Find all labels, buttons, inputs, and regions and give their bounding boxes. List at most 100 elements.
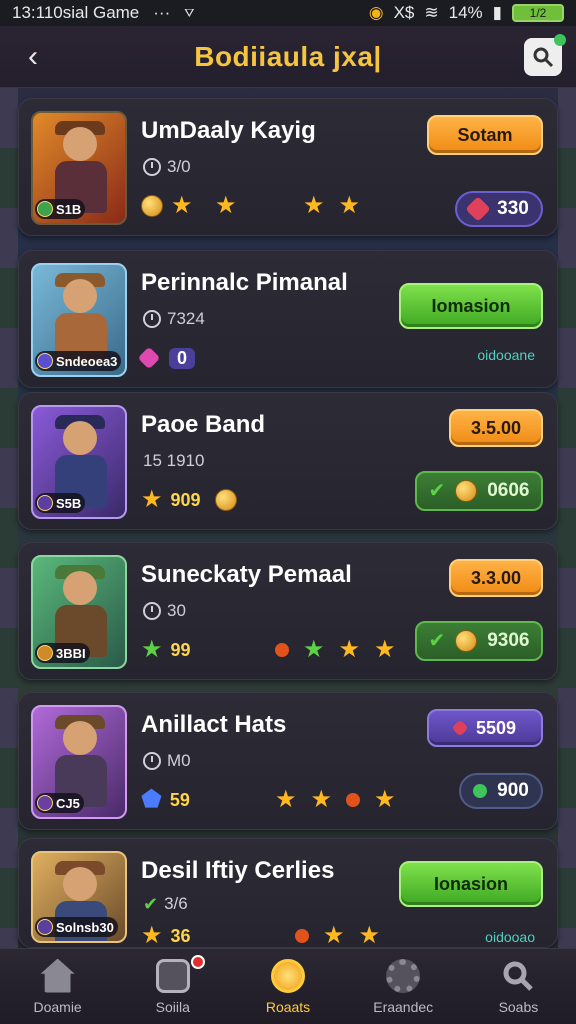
rating-stars: ★ ★ ★ [275, 787, 396, 813]
check-icon: ✔ [428, 630, 446, 652]
item-timer: 15 1910 [143, 451, 205, 470]
nav-item-search[interactable]: Soabs [461, 949, 576, 1024]
level-tag: S1B [35, 199, 86, 219]
shield-icon: ⬟ [141, 786, 162, 813]
item-timer: 3/0 [143, 157, 191, 177]
page-title: Bodiiaula jxa| [194, 40, 382, 72]
coin-count: 909 [170, 489, 201, 510]
rating-stars: ★ [215, 193, 237, 219]
signal-x-icon: X$ [393, 3, 415, 22]
action-button[interactable]: Sotam [427, 115, 543, 155]
clock-icon [143, 602, 161, 620]
ruby-icon [275, 643, 289, 657]
ruby-icon [346, 793, 361, 807]
buy-button[interactable]: 900 [459, 773, 543, 809]
star-icon: ★ [310, 786, 333, 813]
level-tag: Sndeoea3 [35, 351, 122, 371]
wifi-icon: ≋ [424, 3, 439, 22]
star-icon: ★ [338, 192, 361, 219]
list-item[interactable]: 3BBI Suneckaty Pemaal 30 ★ 99 ★ ★ ★ 3.3.… [18, 542, 558, 680]
search-button[interactable] [524, 34, 566, 76]
search-badge [554, 34, 566, 46]
hero-portrait: CJ5 [31, 705, 127, 819]
star-icon: ★ [275, 786, 297, 813]
nav-label: Soiila [155, 998, 190, 1015]
coin-icon [455, 630, 478, 652]
battery-icon: 1/2 [512, 4, 564, 22]
gem-icon [465, 196, 491, 222]
chevron-left-icon: ‹ [28, 40, 38, 73]
hero-portrait: 3BBI [31, 555, 127, 669]
background-scenery-left [0, 88, 18, 948]
action-button[interactable]: Ionasion [399, 861, 543, 907]
nav-label: Roaats [265, 998, 311, 1015]
rating-stars: ★ ★ [295, 923, 380, 949]
search-icon [503, 961, 534, 991]
list-item[interactable]: CJ5 Anillact Hats M0 ⬟ 59 ★ ★ ★ 5509 900 [18, 692, 558, 830]
reward-row: 0 [137, 345, 196, 371]
notification-icon: ⛛ [184, 5, 195, 20]
back-button[interactable]: ‹ [14, 38, 52, 76]
coin-icon [141, 195, 163, 217]
item-timer: 7324 [143, 309, 205, 329]
coin-count: 59 [169, 789, 190, 810]
gem-icon [451, 719, 469, 737]
nav-item-rewards[interactable]: Roaats [230, 949, 345, 1024]
notification-badge [191, 955, 206, 969]
price-button[interactable]: 5509 [427, 709, 543, 747]
hero-portrait: Solnsb30 [31, 851, 127, 943]
magnifier-icon [533, 47, 554, 68]
list-item[interactable]: S1B UmDaaly Kayig 3/0 ★ ★ ★ ★ Sotam 330 [18, 98, 558, 236]
inbox-icon [155, 958, 190, 993]
hero-portrait: S1B [31, 111, 127, 225]
background-scenery-right [558, 88, 576, 948]
rating-stars: ★ ★ [303, 193, 360, 219]
price-button[interactable]: 3.5.00 [449, 409, 543, 447]
status-title: 13:110sial Game [12, 3, 140, 22]
coin-count: 99 [170, 639, 191, 660]
clock-icon [143, 752, 161, 770]
level-tag: Solnsb30 [35, 917, 118, 937]
action-button[interactable]: Iomasion [399, 283, 543, 329]
home-icon [40, 958, 75, 993]
nav-item-settings[interactable]: Eraandec [346, 949, 461, 1024]
buy-button[interactable]: ✔ 0606 [415, 471, 543, 511]
ring-icon [473, 784, 488, 798]
item-name: Perinnalc Pimanal [141, 269, 348, 296]
gem-count-box: 0 [169, 347, 196, 369]
ruby-icon [295, 929, 309, 943]
status-dots: ··· [153, 3, 171, 22]
star-icon: ★ [141, 922, 163, 949]
star-icon: ★ [171, 192, 193, 219]
star-icon: ★ [374, 786, 396, 813]
star-icon: ★ [374, 636, 396, 663]
list-item[interactable]: S5B Paoe Band 15 1910 ★ 909 3.5.00 ✔ 060… [18, 392, 558, 530]
coin-icon [214, 489, 237, 511]
star-icon: ★ [303, 192, 325, 219]
cell-signal-icon: ▮ [492, 3, 502, 22]
gem-icon [137, 346, 161, 370]
nav-label: Soabs [498, 998, 539, 1015]
item-timer: M0 [143, 751, 191, 771]
rewards-icon [271, 958, 305, 993]
nav-item-inbox[interactable]: Soiila [115, 949, 230, 1024]
item-name: Anillact Hats [141, 711, 287, 738]
status-bar: 13:110sial Game ··· ⛛ ◉ X$ ≋ 14% ▮ 1/2 [0, 0, 576, 26]
buy-button[interactable]: ✔ 9306 [415, 621, 543, 661]
item-note: oidooane [477, 347, 535, 363]
reward-row: ★ 99 [141, 637, 191, 663]
list-item[interactable]: Solnsb30 Desil Iftiy Cerlies ✔ 3/6 ★ 36 … [18, 838, 558, 948]
reward-row: ★ 909 [141, 487, 237, 513]
hero-portrait: S5B [31, 405, 127, 519]
rating-stars: ★ ★ ★ [275, 637, 396, 663]
clock-icon [143, 310, 161, 328]
star-icon: ★ [141, 486, 163, 513]
star-icon: ★ [358, 922, 381, 949]
reward-row: ★ 36 [141, 923, 191, 949]
nav-item-home[interactable]: Doamie [0, 949, 115, 1024]
price-button[interactable]: 3.3.00 [449, 559, 543, 597]
reward-row: ⬟ 59 [141, 787, 190, 813]
list-item[interactable]: Sndeoea3 Perinnalc Pimanal 7324 0 Iomasi… [18, 250, 558, 388]
star-icon: ★ [303, 636, 325, 663]
gem-price-button[interactable]: 330 [455, 191, 543, 227]
